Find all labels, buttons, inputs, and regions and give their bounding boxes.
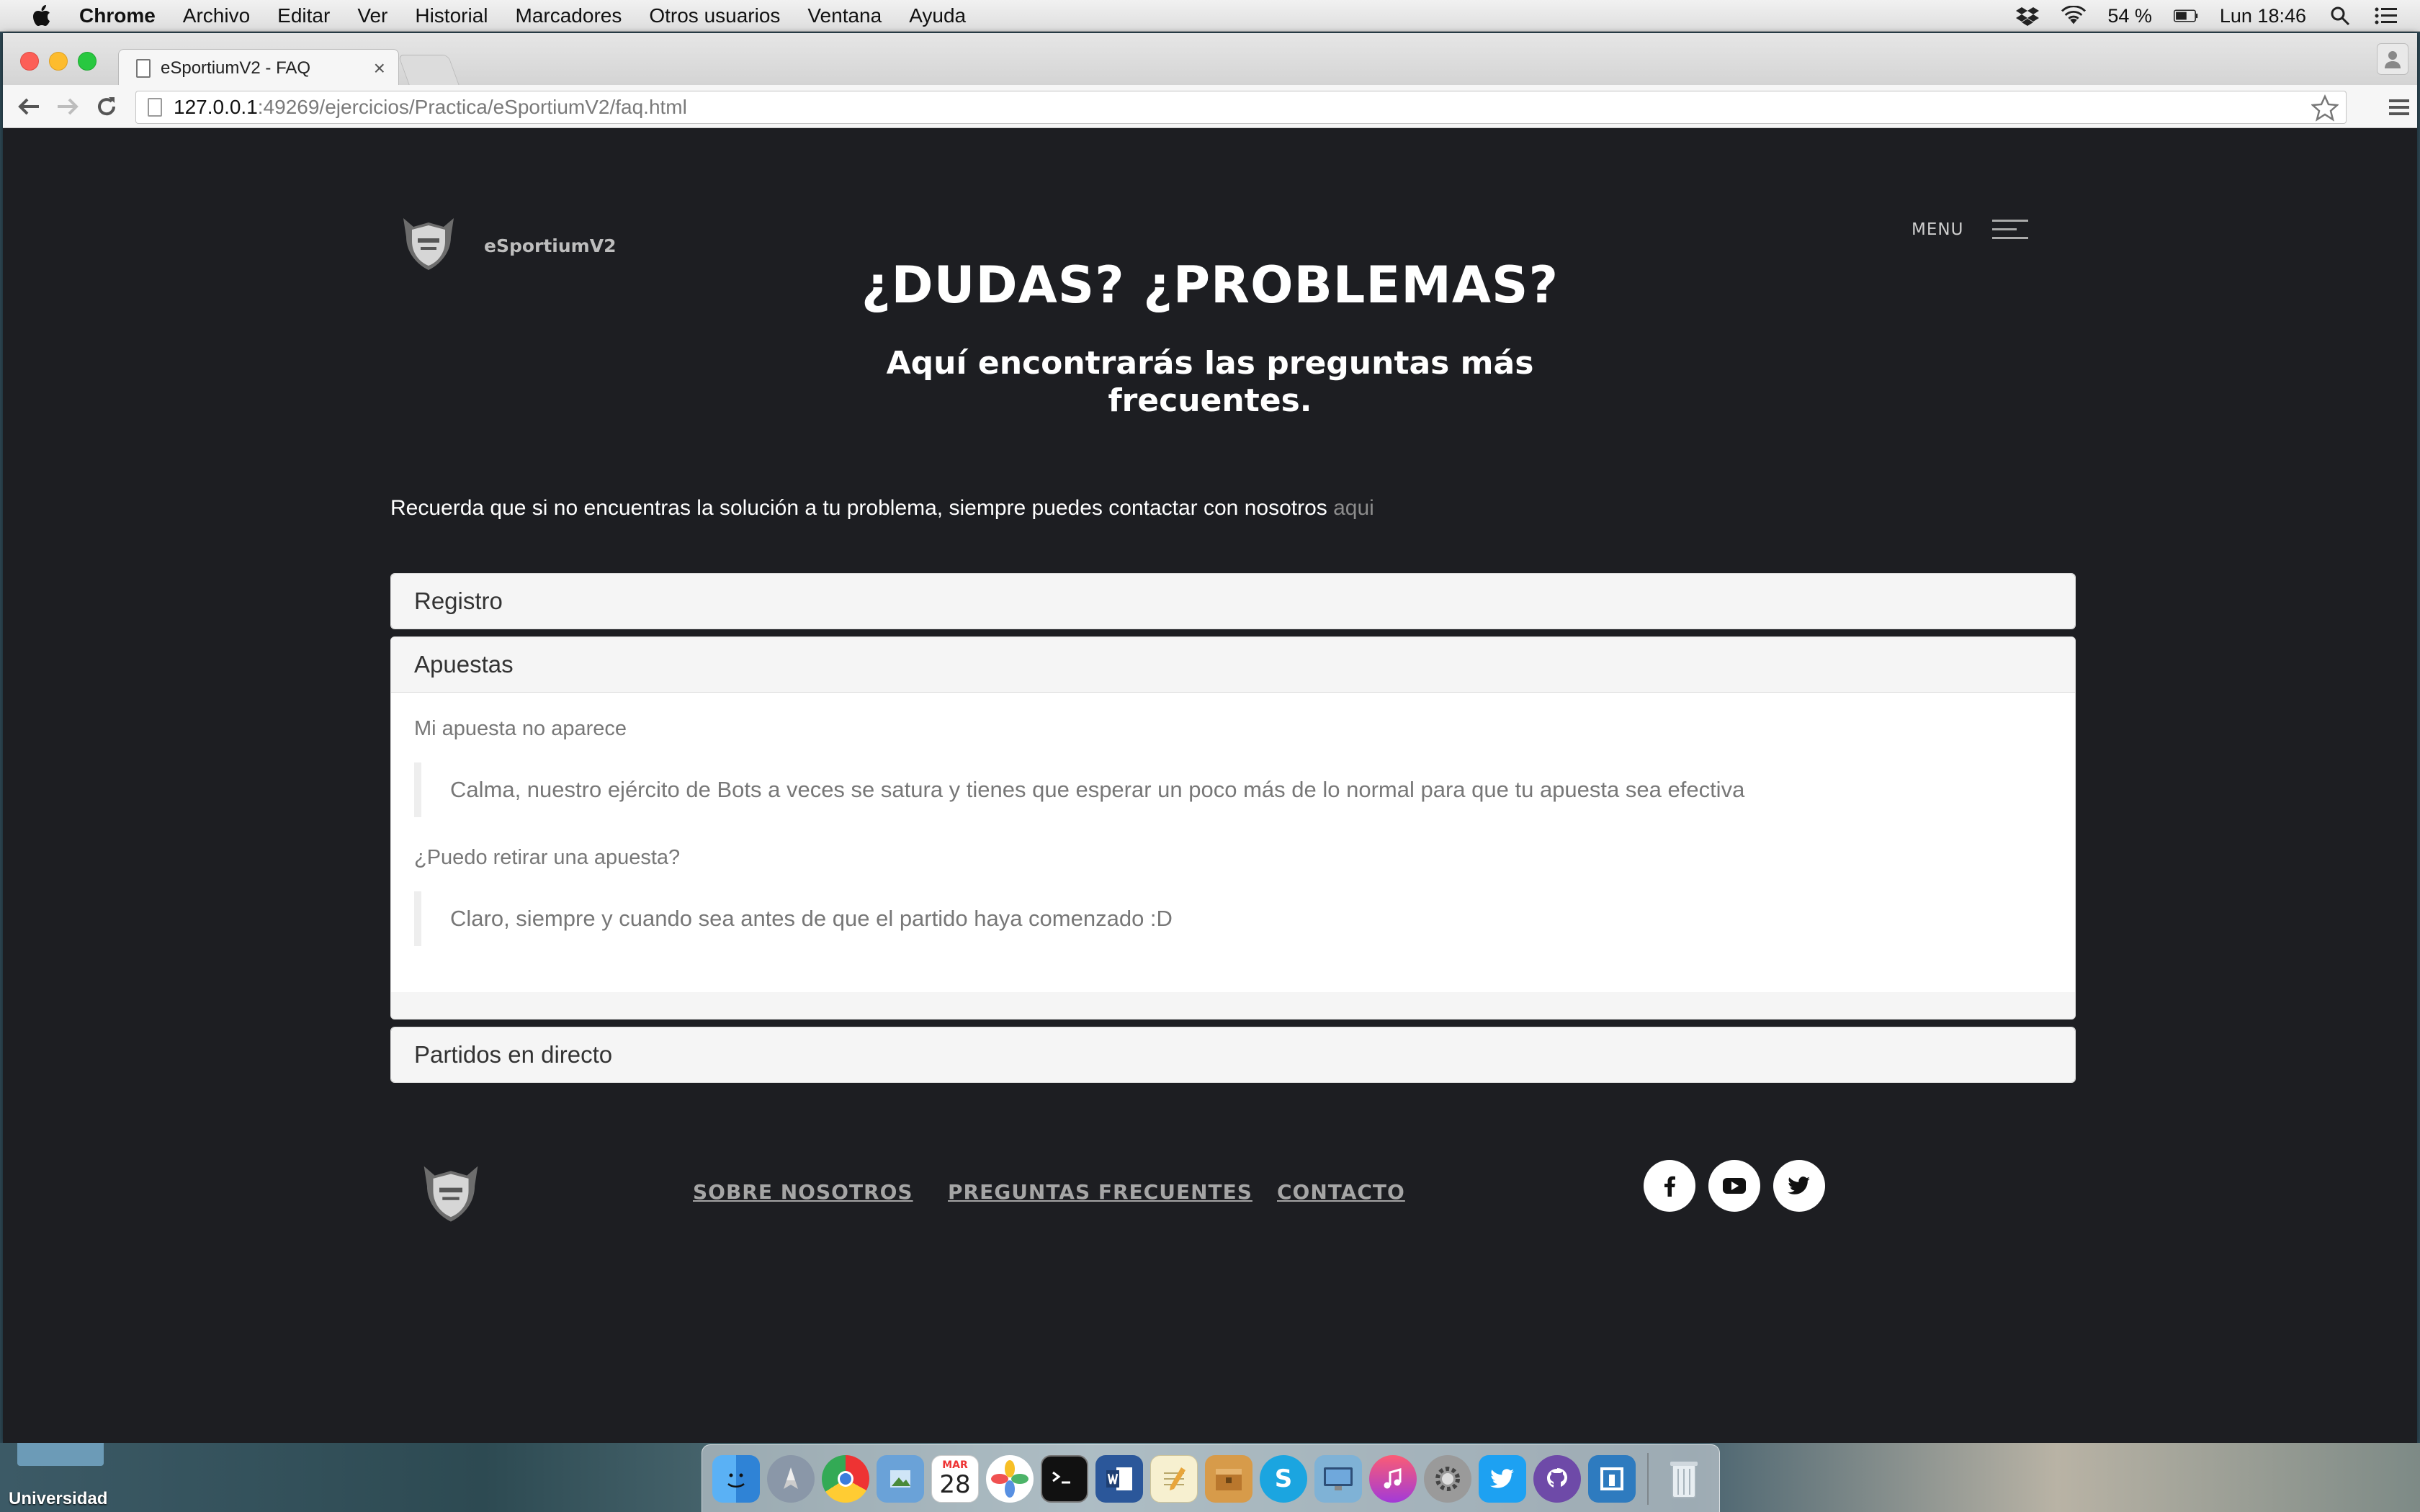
faq-question: ¿Puedo retirar una apuesta?	[414, 846, 681, 869]
tab-strip: eSportiumV2 - FAQ ×	[3, 33, 2417, 86]
macos-menu-bar: Chrome Archivo Editar Ver Historial Marc…	[0, 0, 2420, 32]
browser-tab-active[interactable]: eSportiumV2 - FAQ ×	[118, 49, 399, 86]
notes-icon[interactable]	[1150, 1454, 1198, 1503]
menu-archivo[interactable]: Archivo	[183, 4, 250, 27]
page-subtitle: Aquí encontrarás las preguntas más frecu…	[886, 345, 1534, 419]
skype-icon[interactable]: S	[1260, 1454, 1307, 1503]
menu-clock[interactable]: Lun 18:46	[2220, 5, 2306, 27]
faq-answer: Calma, nuestro ejército de Bots a veces …	[414, 762, 2052, 817]
trash-icon[interactable]	[1660, 1455, 1708, 1503]
menu-historial[interactable]: Historial	[415, 4, 488, 27]
chrome-icon[interactable]	[822, 1454, 869, 1503]
finder-icon[interactable]	[712, 1454, 760, 1503]
menu-ayuda[interactable]: Ayuda	[909, 4, 966, 27]
desktop-folder-label[interactable]: Universidad	[9, 1489, 107, 1509]
notification-center-icon[interactable]	[2374, 5, 2398, 27]
zoom-window-button[interactable]	[78, 52, 97, 71]
status-tray: 54 % Lun 18:46	[2015, 0, 2398, 32]
battery-icon[interactable]	[2173, 5, 2198, 27]
apple-menu-icon[interactable]	[29, 4, 55, 27]
faq-panel-registro: Registro	[390, 573, 2076, 629]
twitter-app-icon[interactable]	[1479, 1454, 1526, 1503]
spotlight-search-icon[interactable]	[2328, 5, 2352, 27]
menu-label: MENU	[1912, 220, 1964, 239]
faq-panel-heading[interactable]: Registro	[391, 574, 2075, 629]
facebook-icon[interactable]	[1644, 1160, 1695, 1212]
github-desktop-icon[interactable]	[1533, 1454, 1581, 1503]
faq-answer: Claro, siempre y cuando sea antes de que…	[414, 891, 2052, 946]
dock-separator	[1647, 1452, 1649, 1505]
menu-app-name[interactable]: Chrome	[79, 4, 156, 27]
profile-icon[interactable]	[2377, 43, 2408, 75]
menu-ver[interactable]: Ver	[357, 4, 387, 27]
menu-marcadores[interactable]: Marcadores	[516, 4, 622, 27]
faq-panel-heading[interactable]: Apuestas	[391, 637, 2075, 692]
menu-toggle-button[interactable]: MENU	[1912, 218, 2029, 241]
sourcetree-icon[interactable]	[1588, 1454, 1636, 1503]
footer-link-sobre-nosotros[interactable]: SOBRE NOSOTROS	[693, 1180, 913, 1204]
url-host: 127.0.0.1	[174, 96, 258, 118]
footer-link-preguntas-frecuentes[interactable]: PREGUNTAS FRECUENTES	[948, 1180, 1252, 1204]
bookmark-star-icon[interactable]	[2310, 94, 2340, 122]
photos-icon[interactable]	[986, 1454, 1034, 1503]
address-bar[interactable]: 127.0.0.1 :49269/ejercicios/Practica/eSp…	[135, 91, 2347, 124]
browser-toolbar: 127.0.0.1 :49269/ejercicios/Practica/eSp…	[3, 85, 2417, 128]
chrome-menu-icon[interactable]	[2387, 95, 2411, 120]
hamburger-icon	[1992, 218, 2029, 241]
back-arrow-icon[interactable]	[16, 94, 42, 120]
tab-close-icon[interactable]: ×	[374, 57, 385, 80]
calendar-day: 28	[939, 1470, 971, 1499]
wifi-icon[interactable]	[2061, 5, 2087, 27]
brand-name[interactable]: eSportiumV2	[484, 235, 616, 256]
footer-logo[interactable]	[416, 1157, 485, 1226]
system-screen-icon[interactable]	[1314, 1454, 1362, 1503]
faq-panel-partidos: Partidos en directo	[390, 1027, 2076, 1083]
forward-arrow-icon[interactable]	[55, 94, 81, 120]
minimize-window-button[interactable]	[49, 52, 68, 71]
dock: MAR 28 S	[702, 1444, 1720, 1512]
intro-text: Recuerda que si no encuentras la solució…	[390, 496, 1374, 521]
archive-utility-icon[interactable]	[1205, 1454, 1252, 1503]
reload-icon[interactable]	[94, 94, 120, 120]
calendar-month: MAR	[942, 1459, 968, 1471]
faq-question: Mi apuesta no aparece	[414, 717, 627, 740]
system-preferences-icon[interactable]	[1424, 1454, 1471, 1503]
itunes-icon[interactable]	[1369, 1454, 1417, 1503]
web-page: eSportiumV2 MENU ¿DUDAS? ¿PROBLEMAS? Aqu…	[3, 129, 2417, 1443]
page-title: ¿DUDAS? ¿PROBLEMAS?	[861, 256, 1559, 315]
launchpad-icon[interactable]	[767, 1454, 815, 1503]
terminal-icon[interactable]	[1041, 1454, 1088, 1503]
menu-ventana[interactable]: Ventana	[807, 4, 882, 27]
faq-panel-heading[interactable]: Partidos en directo	[391, 1027, 2075, 1082]
close-window-button[interactable]	[20, 52, 39, 71]
faq-panel-body: Mi apuesta no aparece Calma, nuestro ejé…	[391, 692, 2075, 992]
calendar-icon[interactable]: MAR 28	[931, 1454, 979, 1503]
page-icon	[148, 98, 162, 117]
page-icon	[136, 58, 151, 78]
preview-icon[interactable]	[877, 1454, 924, 1503]
menu-editar[interactable]: Editar	[277, 4, 330, 27]
menu-otros-usuarios[interactable]: Otros usuarios	[649, 4, 780, 27]
new-tab-button[interactable]	[398, 55, 460, 85]
word-icon[interactable]	[1095, 1454, 1143, 1503]
dropbox-icon[interactable]	[2015, 5, 2040, 27]
twitter-icon[interactable]	[1773, 1160, 1825, 1212]
youtube-icon[interactable]	[1708, 1160, 1760, 1212]
footer-link-contacto[interactable]: CONTACTO	[1277, 1180, 1405, 1204]
url-path: :49269/ejercicios/Practica/eSportiumV2/f…	[257, 96, 687, 118]
tab-title: eSportiumV2 - FAQ	[161, 58, 311, 78]
contact-link[interactable]: aqui	[1333, 496, 1374, 520]
battery-percent: 54 %	[2107, 4, 2152, 27]
browser-window: eSportiumV2 - FAQ × 127.0.0.1 :49269/eje…	[3, 33, 2417, 1443]
faq-panel-apuestas: Apuestas Mi apuesta no aparece Calma, nu…	[390, 636, 2076, 1020]
intro-sentence: Recuerda que si no encuentras la solució…	[390, 496, 1334, 520]
desktop-folder-icon[interactable]	[17, 1443, 104, 1466]
